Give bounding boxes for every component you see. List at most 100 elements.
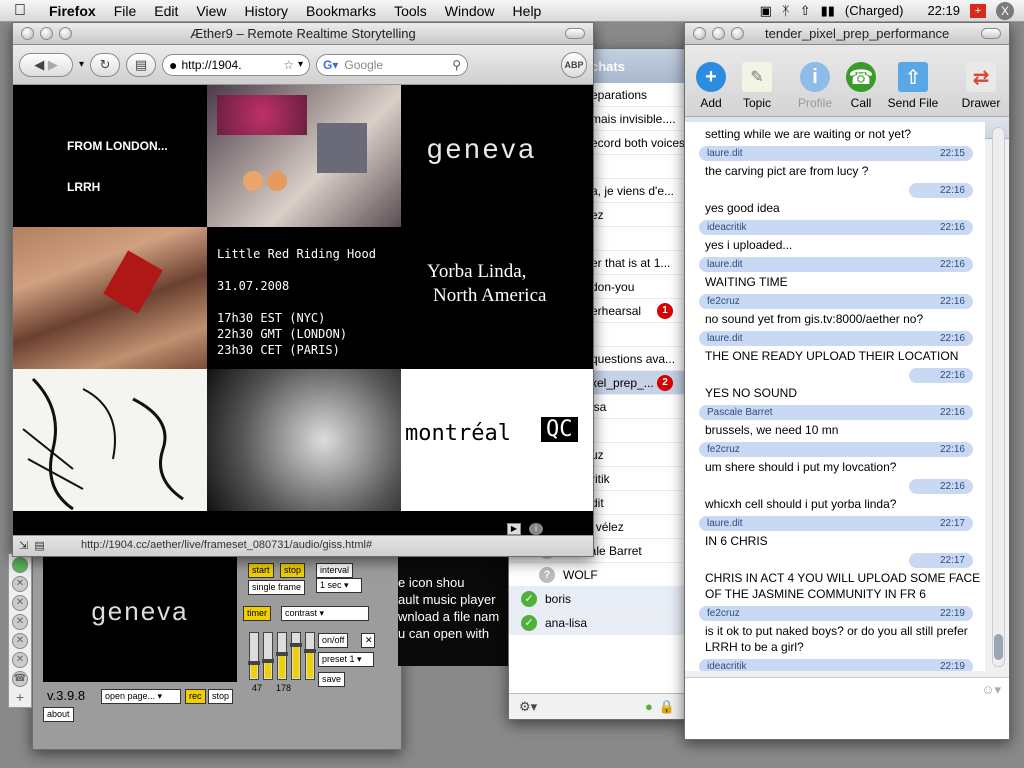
url-dropdown-icon[interactable]: ▾ [298, 59, 303, 70]
sender-name[interactable]: fe2cruz [707, 606, 740, 621]
input-flag-icon[interactable]: + [970, 3, 986, 18]
status-green-icon[interactable] [12, 557, 28, 573]
message-text: WAITING TIME [705, 275, 788, 289]
contact-item[interactable]: ✓ ana-lisa [509, 611, 685, 635]
message-input[interactable]: ☺▾ [685, 677, 1009, 739]
remove-icon-3[interactable]: ✕ [12, 614, 28, 630]
info-icon[interactable]: i [529, 523, 543, 535]
home-button[interactable]: ▤ [126, 52, 157, 77]
remove-icon-5[interactable]: ✕ [12, 652, 28, 668]
menu-edit[interactable]: Edit [145, 3, 187, 19]
bookmark-star-icon[interactable]: ☆ [283, 58, 294, 72]
back-arrow-icon[interactable]: ◀ [34, 57, 44, 73]
status-icons[interactable]: ⇲ ▤ [19, 539, 45, 552]
contrast-select[interactable]: contrast ▾ [281, 606, 369, 621]
sender-name[interactable]: Pascale Barret [707, 405, 773, 420]
battery-icon[interactable]: ▮▮ [821, 3, 835, 19]
preset-select[interactable]: preset 1 ▾ [318, 652, 374, 667]
sender-name[interactable]: ideacritik [707, 220, 746, 235]
sender-name[interactable]: fe2cruz [707, 294, 740, 309]
clock[interactable]: 22:19 [927, 3, 960, 18]
url-bar[interactable]: ● http://1904. ☆ ▾ [162, 53, 311, 76]
start-button[interactable]: start [248, 563, 274, 578]
slider-4[interactable] [290, 632, 302, 680]
forward-arrow-icon[interactable]: ▶ [48, 57, 58, 73]
sender-name[interactable]: laure.dit [707, 331, 743, 346]
slider-2[interactable] [262, 632, 274, 680]
back-forward-buttons[interactable]: ◀ ▶ [19, 52, 73, 77]
remove-icon-1[interactable]: ✕ [12, 576, 28, 592]
message-timestamp: 22:16 [939, 407, 965, 418]
interval-select[interactable]: 1 sec ▾ [316, 578, 362, 593]
menu-file[interactable]: File [105, 3, 146, 19]
contact-item[interactable]: ✓ boris [509, 587, 685, 611]
wifi-icon[interactable]: ⇧ [800, 3, 811, 19]
topic-button[interactable]: ✎ Topic [735, 62, 779, 110]
save-button[interactable]: save [318, 672, 346, 687]
drawer-button[interactable]: ⇄ Drawer [959, 62, 1003, 110]
sender-name[interactable]: laure.dit [707, 516, 743, 531]
status-icon[interactable]: ● [645, 699, 653, 714]
sender-name[interactable]: ideacritik [707, 659, 746, 671]
rec-button[interactable]: rec [185, 689, 206, 704]
open-page-select[interactable]: open page... ▾ [101, 689, 181, 704]
adblock-button[interactable]: ABP [561, 51, 587, 78]
menu-bookmarks[interactable]: Bookmarks [297, 3, 385, 19]
menu-view[interactable]: View [187, 3, 235, 19]
about-button[interactable]: about [43, 707, 74, 722]
minimize-window-button[interactable] [712, 27, 725, 40]
toolbar-toggle-button[interactable] [565, 28, 585, 39]
slider-3[interactable] [276, 632, 288, 680]
sender-name[interactable]: laure.dit [707, 257, 743, 272]
display-icon[interactable]: ▣ [760, 3, 772, 19]
rec-stop-button[interactable]: stop [208, 689, 234, 704]
menu-tools[interactable]: Tools [385, 3, 436, 19]
emoticon-icon[interactable]: ☺▾ [981, 682, 1001, 698]
remove-icon-2[interactable]: ✕ [12, 595, 28, 611]
sender-name[interactable]: laure.dit [707, 146, 743, 161]
slider-1[interactable] [248, 632, 260, 680]
play-icon[interactable]: ▶ [507, 523, 521, 535]
spotlight-icon[interactable]: X [996, 1, 1014, 20]
close-window-button[interactable] [21, 27, 34, 40]
toolbar-toggle-button[interactable] [981, 28, 1001, 39]
add-icon[interactable]: + [12, 690, 28, 706]
menu-help[interactable]: Help [504, 3, 551, 19]
phone-icon[interactable]: ☎ [12, 671, 28, 687]
search-icon[interactable]: ⚲ [452, 58, 461, 72]
search-box[interactable]: G▾ Google ⚲ [316, 53, 469, 76]
remove-icon-4[interactable]: ✕ [12, 633, 28, 649]
slider-5[interactable] [304, 632, 316, 680]
minimize-window-button[interactable] [40, 27, 53, 40]
battery-status[interactable]: (Charged) [845, 3, 904, 18]
contact-name: WOLF [563, 567, 598, 582]
stop-button[interactable]: stop [280, 563, 306, 578]
timer-button[interactable]: timer [243, 606, 271, 621]
apple-menu-icon[interactable]:  [0, 2, 40, 20]
menu-window[interactable]: Window [436, 3, 504, 19]
sender-name[interactable]: fe2cruz [707, 442, 740, 457]
call-button[interactable]: ☎ Call [839, 62, 883, 110]
menu-history[interactable]: History [235, 3, 297, 19]
google-icon[interactable]: G▾ [323, 58, 338, 72]
transcript-scrollbar[interactable] [992, 127, 1005, 667]
profile-button[interactable]: i Profile [793, 62, 837, 110]
menu-app[interactable]: Firefox [40, 3, 105, 19]
message-text: yes i uploaded... [705, 238, 793, 252]
gear-icon[interactable]: ⚙▾ [519, 699, 537, 715]
history-dropdown-icon[interactable]: ▾ [79, 59, 84, 70]
lock-icon[interactable]: 🔒 [659, 699, 675, 715]
bluetooth-icon[interactable]: ᛡ [782, 3, 790, 18]
close-window-button[interactable] [693, 27, 706, 40]
contact-item[interactable]: ? WOLF [509, 563, 685, 587]
on-off-toggle[interactable]: on/off [318, 633, 349, 648]
reload-button[interactable]: ↻ [90, 52, 121, 77]
zoom-window-button[interactable] [731, 27, 744, 40]
zoom-window-button[interactable] [59, 27, 72, 40]
qc-label: QC [541, 417, 578, 442]
site-identity-icon[interactable]: ● [169, 57, 177, 73]
add-button[interactable]: + Add [689, 62, 733, 110]
send-file-button[interactable]: ⇧ Send File [885, 62, 941, 110]
single-frame-button[interactable]: single frame [248, 580, 306, 595]
close-x-icon[interactable]: ✕ [361, 633, 375, 648]
